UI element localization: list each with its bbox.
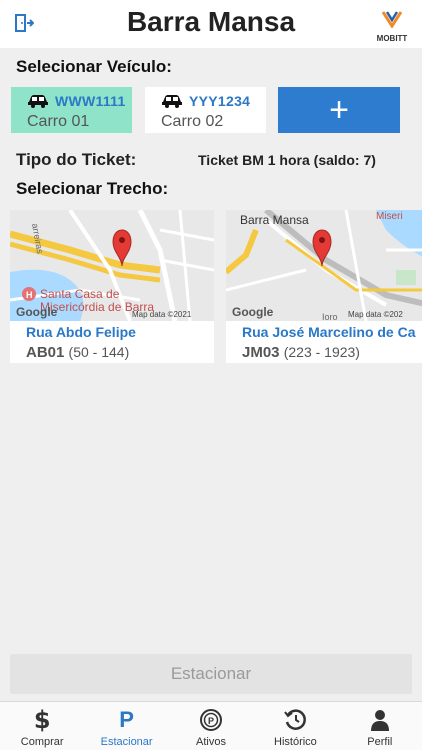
map-thumbnail: Barra Mansa Miseri Ioro Google Map data … [226,210,422,321]
vehicle-name: Carro 02 [161,113,224,130]
stretch-code: JM03 [242,344,280,361]
vehicle-plate: WWW1111 [55,93,126,109]
map-thumbnail: H Santa Casa de Misericórdia de Barra ar… [10,210,214,321]
map-label: Miseri [376,211,403,222]
app-header: Barra Mansa MOBITT [0,0,422,48]
dollar-icon: $ [33,706,51,734]
stretch-carousel[interactable]: H Santa Casa de Misericórdia de Barra ar… [10,210,422,364]
stretch-range: (223 - 1923) [283,344,360,360]
add-vehicle-button[interactable]: + [278,87,400,133]
stretch-range: (50 - 144) [68,344,130,360]
stretch-street: Rua José Marcelino de Ca [242,324,416,340]
svg-text:P: P [208,716,214,726]
history-icon [283,708,307,732]
map-label: Barra Mansa [240,213,309,227]
page-title: Barra Mansa [126,6,296,37]
vehicle-plate: YYY1234 [189,93,251,109]
vehicle-card-2[interactable]: YYY1234 Carro 02 [145,87,266,133]
vehicle-name: Carro 01 [27,113,90,130]
ticket-type-row[interactable]: Tipo do Ticket: Ticket BM 1 hora (saldo:… [16,150,411,172]
ticket-type-label: Tipo do Ticket: [16,150,137,169]
google-logo: Google [16,305,58,319]
stretch-card-2[interactable]: Barra Mansa Miseri Ioro Google Map data … [226,210,422,363]
stretch-code: AB01 [26,344,65,361]
vehicle-card-1[interactable]: WWW1111 Carro 01 [11,87,132,133]
park-button[interactable]: Estacionar [10,654,412,694]
map-credit: Map data ©2021 [132,310,192,319]
map-credit: Map data ©202 [348,310,403,319]
bottom-navigation: $ Comprar P Estacionar P Ativos Históric… [0,701,422,750]
nav-label: Perfil [367,736,393,748]
parking-p-icon: P [119,707,134,732]
nav-label: Ativos [196,736,226,748]
nav-item-perfil[interactable]: Perfil [338,702,422,750]
google-logo: Google [232,305,274,319]
stretch-code-line: AB01 (50 - 144) [26,344,129,361]
plus-icon: + [329,91,349,129]
car-icon [162,95,182,108]
nav-item-estacionar[interactable]: P Estacionar [84,702,168,750]
nav-item-historico[interactable]: Histórico [253,702,337,750]
stretch-street: Rua Abdo Felipe [26,324,136,340]
nav-item-comprar[interactable]: $ Comprar [0,702,84,750]
parking-circle-icon: P [198,708,224,732]
map-label: Santa Casa de [40,287,120,301]
map-label: Ioro [322,312,338,321]
stretch-card-1[interactable]: H Santa Casa de Misericórdia de Barra ar… [10,210,214,363]
brand-name: MOBITT [376,34,408,43]
nav-label: Comprar [20,736,64,748]
ticket-type-value[interactable]: Ticket BM 1 hora (saldo: 7) [198,152,376,168]
nav-label: Estacionar [100,736,153,748]
stretch-code-line: JM03 (223 - 1923) [242,344,360,361]
vehicle-section-title: Selecionar Veículo: [16,57,172,76]
nav-item-ativos[interactable]: P Ativos [169,702,253,750]
nav-label: Histórico [274,736,317,748]
person-icon [368,708,392,732]
car-icon [28,95,48,108]
stretch-section-title: Selecionar Trecho: [16,179,169,198]
mobitt-logo-icon [381,11,403,29]
hospital-icon: H [26,290,33,300]
brand-logo: MOBITT [372,10,412,43]
